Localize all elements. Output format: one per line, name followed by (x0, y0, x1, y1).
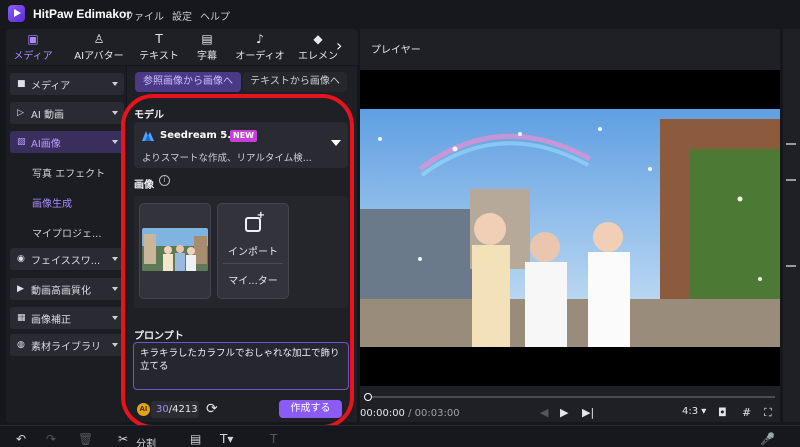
tab-element[interactable]: ◆ エレメン (294, 31, 342, 63)
menu-file[interactable]: ファイル (124, 8, 164, 23)
sidebar-subitem-my-projects[interactable]: マイプロジェ... (32, 225, 102, 240)
tab-audio[interactable]: ♪ オーディオ (232, 31, 288, 63)
ai-video-icon: ▷ (17, 107, 24, 118)
chevron-down-icon (112, 82, 118, 86)
sidebar-subitem-image-generation[interactable]: 画像生成 (32, 195, 72, 210)
chevron-down-icon (112, 343, 118, 347)
folder-icon: ■ (17, 78, 26, 89)
tab-subtitle[interactable]: ▤ 字幕 (194, 31, 220, 63)
redo-icon[interactable]: ↷ (46, 432, 56, 446)
grid-icon[interactable]: # (742, 406, 751, 419)
media-icon: ▣ (27, 32, 39, 46)
chevron-down-icon (112, 316, 118, 320)
seek-bar[interactable] (365, 396, 775, 398)
snapshot-icon[interactable]: ◘ (718, 406, 727, 419)
image-fix-icon: ▦ (17, 312, 26, 323)
chevron-down-icon (112, 111, 118, 115)
tab-media[interactable]: ▣ メディア (10, 31, 56, 63)
preview-image (360, 109, 780, 347)
sidebar-item-face-swap[interactable]: ◉ フェイススワ... (10, 248, 124, 270)
audio-icon: ♪ (256, 32, 264, 46)
menu-help[interactable]: ヘルプ (200, 8, 230, 23)
aspect-ratio-select[interactable]: 4:3 ▾ (682, 406, 706, 417)
video-enhance-icon: ▶ (17, 283, 24, 294)
tab-ai-avatar[interactable]: ♙ AIアバター (70, 31, 128, 63)
text-icon: T (155, 32, 163, 46)
text-add-icon[interactable]: T (270, 432, 277, 446)
tab-text[interactable]: T テキスト (136, 31, 182, 63)
app-title: HitPaw Edimakor (33, 7, 132, 21)
top-toolbar: ▣ メディア ♙ AIアバター T テキスト ▤ 字幕 ♪ オーディオ ◆ エレ… (6, 29, 358, 65)
scissors-icon[interactable]: ✂ (118, 432, 128, 446)
panel-handle-icon (786, 179, 796, 181)
sidebar-item-ai-image[interactable]: ▨ AI画像 (10, 131, 124, 153)
element-icon: ◆ (313, 32, 323, 46)
seek-handle[interactable] (364, 393, 372, 401)
sidebar-item-library[interactable]: ◍ 素材ライブラリ (10, 334, 124, 356)
ai-image-icon: ▨ (17, 136, 26, 147)
sidebar-subitem-photo-effect[interactable]: 写真 エフェクト (32, 165, 105, 180)
panel-handle-icon (786, 265, 796, 267)
menu-settings[interactable]: 設定 (172, 8, 192, 23)
undo-icon[interactable]: ↶ (16, 432, 26, 446)
prev-frame-icon[interactable]: ◀ (540, 406, 548, 419)
toolbar-next-arrow-icon[interactable]: › (336, 36, 342, 55)
chevron-down-icon (112, 257, 118, 261)
fullscreen-icon[interactable]: ⛶ (764, 406, 772, 420)
sidebar-item-video-enhance[interactable]: ▶ 動画高画質化 (10, 278, 124, 300)
next-frame-icon[interactable]: ▶| (582, 406, 594, 419)
current-time: 00:00:00 (360, 408, 405, 419)
player-title: プレイヤー (371, 45, 421, 56)
subtitle-icon: ▤ (201, 32, 213, 46)
tab-text-to-image[interactable]: テキストから画像へ (243, 72, 347, 92)
sidebar-item-ai-video[interactable]: ▷ AI 動画 (10, 102, 124, 124)
chevron-down-icon (112, 287, 118, 291)
play-icon[interactable]: ▶ (560, 406, 568, 419)
title-bar: HitPaw Edimakor ファイル 設定 ヘルプ (0, 0, 800, 28)
split-button[interactable]: 分割 (136, 435, 156, 447)
delete-icon[interactable]: 🗑 (78, 432, 93, 446)
category-sidebar: ■ メディア ▷ AI 動画 ▨ AI画像 写真 エフェクト 画像生成 マイプロ… (6, 66, 126, 422)
marker-icon[interactable]: ▤ (190, 432, 201, 446)
sidebar-item-media[interactable]: ■ メディア (10, 73, 124, 95)
highlight-annotation (121, 94, 354, 429)
tab-image-to-image[interactable]: 参照画像から画像へ (135, 72, 241, 92)
total-time: / 00:03:00 (404, 408, 460, 419)
chevron-down-icon (112, 140, 118, 144)
panel-handle-icon (786, 143, 796, 145)
right-panel-strip (783, 29, 800, 422)
sidebar-item-image-fix[interactable]: ▦ 画像補正 (10, 307, 124, 329)
microphone-icon[interactable]: 🎤 (760, 432, 775, 446)
aspect-ratio: 4:3 (682, 406, 699, 417)
face-swap-icon: ◉ (17, 253, 25, 264)
ai-avatar-icon: ♙ (93, 32, 105, 46)
app-logo-icon (8, 5, 25, 22)
timecode: 00:00:00 / 00:03:00 (360, 408, 460, 419)
library-icon: ◍ (17, 339, 25, 350)
text-style-icon[interactable]: T▾ (220, 432, 233, 446)
